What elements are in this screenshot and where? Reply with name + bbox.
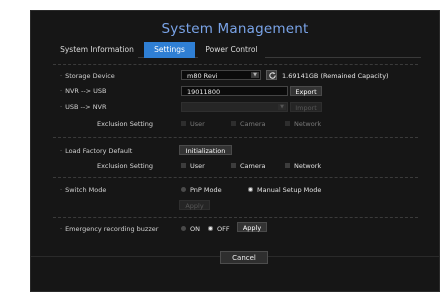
system-management-window: System Management System Information Set…	[30, 10, 440, 292]
switch-mode-apply-button[interactable]: Apply	[179, 200, 210, 210]
exclusion-setting-label: Exclusion Setting	[97, 120, 153, 128]
section-divider	[53, 177, 418, 178]
export-button[interactable]: Export	[290, 86, 322, 96]
chevron-down-icon: ▼	[278, 104, 286, 110]
tab-power-control[interactable]: Power Control	[198, 42, 265, 58]
exclusion-setting-label: Exclusion Setting	[97, 162, 153, 170]
remaining-capacity: 1.69141GB (Remained Capacity)	[282, 72, 389, 80]
factory-camera-checkbox[interactable]: Camera	[231, 162, 266, 170]
buzzer-on-radio[interactable]: ON	[181, 225, 200, 233]
pnp-mode-radio[interactable]: PnP Mode	[181, 186, 222, 194]
exclusion-user-checkbox[interactable]: User	[181, 120, 205, 128]
radio-label: ON	[190, 225, 200, 233]
storage-device-label: Storage Device	[60, 72, 115, 80]
buzzer-off-radio[interactable]: OFF	[208, 225, 230, 233]
checkbox-label: User	[190, 120, 205, 128]
nvr-to-usb-label: NVR --> USB	[60, 87, 106, 95]
import-file-select[interactable]: ▼	[181, 102, 288, 112]
storage-device-value: m80 Revi	[187, 72, 218, 80]
radio-label: OFF	[217, 225, 230, 233]
emergency-buzzer-label: Emergency recording buzzer	[60, 225, 158, 233]
section-divider	[53, 64, 418, 65]
factory-user-checkbox[interactable]: User	[181, 162, 205, 170]
tab-bar: System Information Settings Power Contro…	[56, 42, 421, 58]
section-divider	[53, 217, 418, 218]
cancel-button[interactable]: Cancel	[220, 251, 268, 264]
checkbox-label: Camera	[240, 120, 266, 128]
usb-to-nvr-label: USB --> NVR	[60, 103, 106, 111]
checkbox-label: Network	[294, 162, 322, 170]
manual-setup-mode-radio[interactable]: Manual Setup Mode	[248, 186, 321, 194]
tab-system-information[interactable]: System Information	[56, 42, 138, 58]
buzzer-apply-button[interactable]: Apply	[237, 222, 267, 232]
load-factory-default-label: Load Factory Default	[60, 147, 132, 155]
switch-mode-label: Switch Mode	[60, 186, 106, 194]
factory-network-checkbox[interactable]: Network	[285, 162, 321, 170]
initialization-button[interactable]: Initialization	[179, 145, 232, 155]
checkbox-label: User	[190, 162, 205, 170]
exclusion-network-checkbox[interactable]: Network	[285, 120, 321, 128]
radio-label: PnP Mode	[190, 186, 222, 194]
checkbox-label: Network	[294, 120, 322, 128]
export-filename-input[interactable]: 19011800	[181, 86, 288, 96]
refresh-button[interactable]	[266, 70, 277, 80]
refresh-icon	[269, 72, 276, 79]
storage-device-select[interactable]: m80 Revi ▼	[181, 70, 261, 80]
section-divider	[53, 137, 418, 138]
exclusion-camera-checkbox[interactable]: Camera	[231, 120, 266, 128]
chevron-down-icon: ▼	[251, 72, 259, 78]
checkbox-label: Camera	[240, 162, 266, 170]
radio-label: Manual Setup Mode	[257, 186, 322, 194]
import-button[interactable]: Import	[290, 102, 322, 112]
page-title: System Management	[161, 21, 309, 37]
tab-settings[interactable]: Settings	[144, 42, 195, 58]
